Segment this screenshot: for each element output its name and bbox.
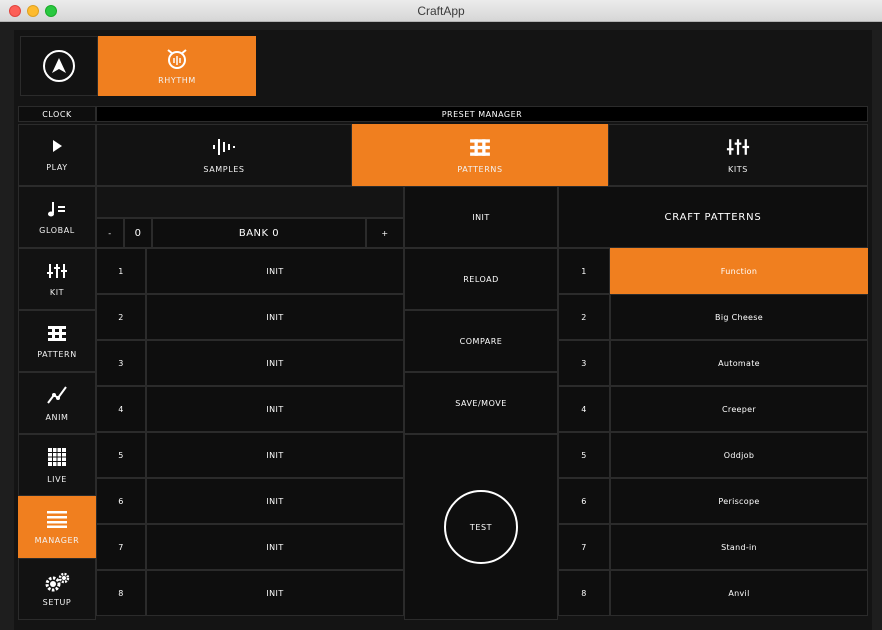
play-icon <box>53 139 62 152</box>
preset-manager-title: PRESET MANAGER <box>441 109 523 119</box>
note-equals-icon <box>48 201 65 216</box>
user-slot-row[interactable]: INIT <box>146 478 404 524</box>
tab-samples[interactable]: SAMPLES <box>96 124 352 186</box>
pattern-icon <box>470 138 490 156</box>
factory-title: CRAFT PATTERNS <box>558 186 868 248</box>
factory-item-row[interactable]: Anvil <box>610 570 868 616</box>
reload-button[interactable]: RELOAD <box>404 248 558 310</box>
factory-item-row[interactable]: Oddjob <box>610 432 868 478</box>
home-logo-button[interactable] <box>20 36 98 96</box>
factory-item-row[interactable]: Creeper <box>610 386 868 432</box>
test-label: TEST <box>469 522 493 532</box>
list-icon <box>47 510 67 528</box>
bank-spacer <box>96 186 404 218</box>
sliders-icon <box>726 138 750 155</box>
bank-name: BANK 0 <box>152 218 366 248</box>
user-slot-row[interactable]: INIT <box>146 248 404 294</box>
anim-line-icon <box>47 385 67 404</box>
test-button[interactable]: TEST <box>444 490 518 564</box>
sidebar-item-play[interactable]: PLAY <box>18 124 96 186</box>
bank-plus-label: + <box>381 228 389 238</box>
sidebar-item-pattern[interactable]: PATTERN <box>18 310 96 372</box>
sliders-icon <box>47 263 67 278</box>
factory-item-number[interactable]: 5 <box>558 432 610 478</box>
sidebar-item-kit[interactable]: KIT <box>18 248 96 310</box>
sidebar-item-anim[interactable]: ANIM <box>18 372 96 434</box>
user-slot-number[interactable]: 5 <box>96 432 146 478</box>
rhythm-tab-label: RHYTHM <box>158 75 196 85</box>
factory-item-number[interactable]: 8 <box>558 570 610 616</box>
grid-icon <box>48 447 66 466</box>
user-slot-number[interactable]: 6 <box>96 478 146 524</box>
user-slot-number[interactable]: 7 <box>96 524 146 570</box>
window-title: CraftApp <box>417 4 465 18</box>
sidebar-item-label: PLAY <box>46 162 68 172</box>
factory-item-number[interactable]: 7 <box>558 524 610 570</box>
gears-icon <box>45 572 70 591</box>
sidebar-item-label: KIT <box>49 287 65 297</box>
bank-name-label: BANK 0 <box>238 227 280 239</box>
reload-label: RELOAD <box>463 274 499 284</box>
factory-item-row[interactable]: Periscope <box>610 478 868 524</box>
compare-button[interactable]: COMPARE <box>404 310 558 372</box>
user-slot-row[interactable]: INIT <box>146 386 404 432</box>
sidebar-item-label: SETUP <box>42 597 72 607</box>
user-slot-row[interactable]: INIT <box>146 340 404 386</box>
bank-value-label: 0 <box>134 227 142 239</box>
test-panel: TEST <box>404 434 558 620</box>
tab-patterns-label: PATTERNS <box>457 164 503 174</box>
clock-label: CLOCK <box>42 109 72 119</box>
factory-item-number[interactable]: 3 <box>558 340 610 386</box>
factory-item-row[interactable]: Function <box>610 248 868 294</box>
user-slot-row[interactable]: INIT <box>146 294 404 340</box>
init-label: INIT <box>472 212 490 222</box>
tab-kits-label: KITS <box>728 164 748 174</box>
user-slot-row[interactable]: INIT <box>146 570 404 616</box>
sidebar-item-label: GLOBAL <box>39 225 75 235</box>
tab-patterns[interactable]: PATTERNS <box>352 124 608 186</box>
user-slot-number[interactable]: 4 <box>96 386 146 432</box>
save-move-label: SAVE/MOVE <box>455 398 507 408</box>
user-slot-number[interactable]: 8 <box>96 570 146 616</box>
user-slot-row[interactable]: INIT <box>146 524 404 570</box>
factory-item-number[interactable]: 2 <box>558 294 610 340</box>
window-titlebar: CraftApp <box>0 0 882 22</box>
sidebar-item-live[interactable]: LIVE <box>18 434 96 496</box>
user-slot-row[interactable]: INIT <box>146 432 404 478</box>
sidebar-item-label: LIVE <box>47 474 67 484</box>
bank-minus-label: - <box>108 228 112 238</box>
factory-item-number[interactable]: 1 <box>558 248 610 294</box>
pattern-icon <box>48 325 66 341</box>
bank-value: 0 <box>124 218 152 248</box>
sidebar-item-global[interactable]: GLOBAL <box>18 186 96 248</box>
clock-header[interactable]: CLOCK <box>18 106 96 122</box>
sidebar-item-setup[interactable]: SETUP <box>18 558 96 620</box>
preset-manager-header: PRESET MANAGER <box>96 106 868 122</box>
rhythm-drum-icon <box>167 48 187 69</box>
sidebar-item-label: ANIM <box>45 412 69 422</box>
factory-item-row[interactable]: Big Cheese <box>610 294 868 340</box>
arrow-logo-icon <box>43 50 75 82</box>
user-slot-number[interactable]: 3 <box>96 340 146 386</box>
factory-item-row[interactable]: Automate <box>610 340 868 386</box>
tab-kits[interactable]: KITS <box>608 124 868 186</box>
init-button[interactable]: INIT <box>404 186 558 248</box>
sidebar-item-manager[interactable]: MANAGER <box>18 496 96 558</box>
sidebar-item-label: MANAGER <box>34 535 80 545</box>
user-slot-number[interactable]: 1 <box>96 248 146 294</box>
factory-item-number[interactable]: 4 <box>558 386 610 432</box>
save-move-button[interactable]: SAVE/MOVE <box>404 372 558 434</box>
samples-waveform-icon <box>213 138 235 155</box>
sidebar-item-label: PATTERN <box>37 349 77 359</box>
bank-minus-button[interactable]: - <box>96 218 124 248</box>
rhythm-tab[interactable]: RHYTHM <box>98 36 256 96</box>
bank-plus-button[interactable]: + <box>366 218 404 248</box>
factory-title-label: CRAFT PATTERNS <box>664 211 762 223</box>
app-root: RHYTHM CLOCK PRESET MANAGER PLAY GLOBAL … <box>14 30 872 630</box>
compare-label: COMPARE <box>459 336 503 346</box>
user-slot-number[interactable]: 2 <box>96 294 146 340</box>
factory-item-number[interactable]: 6 <box>558 478 610 524</box>
factory-item-row[interactable]: Stand-in <box>610 524 868 570</box>
tab-samples-label: SAMPLES <box>203 164 245 174</box>
